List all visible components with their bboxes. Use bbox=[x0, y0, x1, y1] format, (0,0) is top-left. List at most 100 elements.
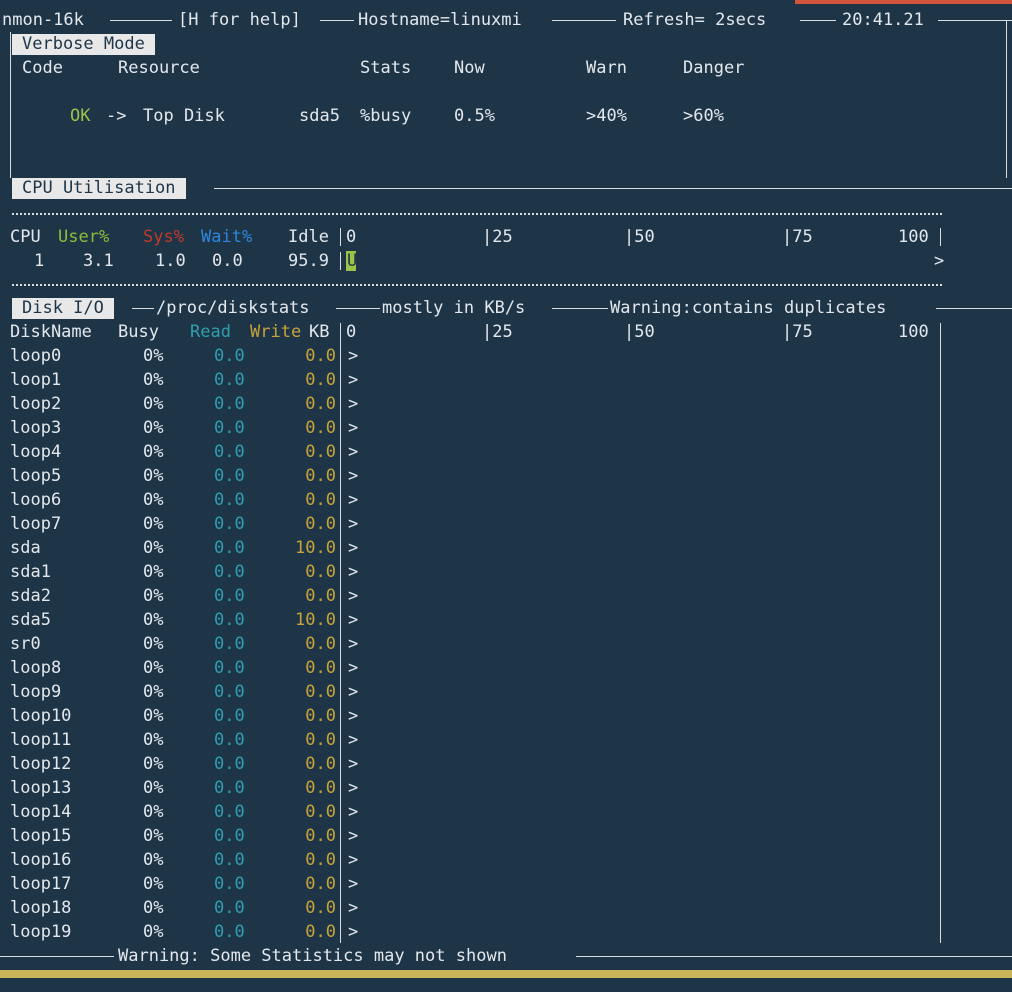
disk-row-end: > bbox=[348, 826, 359, 846]
table-row: loop1 0% 0.0 0.0 > bbox=[0, 368, 1012, 392]
help-hint: [H for help] bbox=[178, 10, 301, 30]
table-row: sda 0% 0.0 10.0 > bbox=[0, 536, 1012, 560]
table-row: loop8 0% 0.0 0.0 > bbox=[0, 656, 1012, 680]
disk-name: loop1 bbox=[10, 370, 62, 390]
disk-row-end: > bbox=[348, 706, 359, 726]
verbose-mode-tab: Verbose Mode bbox=[12, 34, 155, 55]
disk-name: loop2 bbox=[10, 394, 62, 414]
disk-read: 0.0 bbox=[214, 442, 245, 462]
cpu-col-idle: Idle bbox=[288, 227, 329, 247]
disk-col-busy: Busy bbox=[118, 322, 159, 342]
verbose-data-row: OK -> Top Disk sda5 %busy 0.5% >40% >60% bbox=[0, 104, 1012, 128]
cpu-scale-50: |50 bbox=[624, 227, 655, 247]
status-ok: OK bbox=[70, 106, 91, 126]
disk-busy: 0% bbox=[143, 610, 164, 630]
disk-col-name: DiskName bbox=[10, 322, 92, 342]
cpu-scale-100: 100 bbox=[898, 227, 929, 247]
disk-row-end: > bbox=[348, 586, 359, 606]
disk-name: sda2 bbox=[10, 586, 51, 606]
disk-name: loop4 bbox=[10, 442, 62, 462]
disk-row-end: > bbox=[348, 754, 359, 774]
cpu-id: 1 bbox=[34, 251, 45, 271]
cpu-user-value: 3.1 bbox=[83, 251, 114, 271]
table-row: loop19 0% 0.0 0.0 > bbox=[0, 920, 1012, 944]
cpu-col-sys: Sys% bbox=[143, 227, 184, 247]
disk-row-end: > bbox=[348, 610, 359, 630]
disk-busy: 0% bbox=[143, 706, 164, 726]
disk-write: 0.0 bbox=[305, 442, 336, 462]
disk-busy: 0% bbox=[143, 802, 164, 822]
table-row: sda1 0% 0.0 0.0 > bbox=[0, 560, 1012, 584]
table-row: loop9 0% 0.0 0.0 > bbox=[0, 680, 1012, 704]
disk-write: 0.0 bbox=[305, 370, 336, 390]
disk-read: 0.0 bbox=[214, 514, 245, 534]
header-rule-3 bbox=[552, 20, 616, 21]
disk-row-end: > bbox=[348, 802, 359, 822]
disk-row-end: > bbox=[348, 514, 359, 534]
disk-write: 0.0 bbox=[305, 418, 336, 438]
disk-busy: 0% bbox=[143, 442, 164, 462]
cpu-scale-75: |75 bbox=[782, 227, 813, 247]
disk-name: loop14 bbox=[10, 802, 72, 822]
header-rule-2 bbox=[320, 20, 354, 21]
table-row: loop0 0% 0.0 0.0 > bbox=[0, 344, 1012, 368]
table-row: sda5 0% 0.0 10.0 > bbox=[0, 608, 1012, 632]
disk-write: 0.0 bbox=[305, 874, 336, 894]
disk-read: 0.0 bbox=[214, 922, 245, 942]
col-resource: Resource bbox=[118, 58, 200, 78]
footer-rule-right bbox=[576, 956, 1012, 957]
header-rule-4 bbox=[800, 20, 836, 21]
table-row: loop14 0% 0.0 0.0 > bbox=[0, 800, 1012, 824]
resource-name: Top Disk bbox=[143, 106, 225, 126]
disk-write: 0.0 bbox=[305, 778, 336, 798]
now-value: 0.5% bbox=[454, 106, 495, 126]
disk-name: loop12 bbox=[10, 754, 72, 774]
disk-busy: 0% bbox=[143, 658, 164, 678]
disk-read: 0.0 bbox=[214, 850, 245, 870]
cpu-bar-letter: U bbox=[347, 251, 358, 271]
disk-write: 0.0 bbox=[305, 346, 336, 366]
disk-scale-25: |25 bbox=[482, 322, 513, 342]
table-row: loop5 0% 0.0 0.0 > bbox=[0, 464, 1012, 488]
disk-read: 0.0 bbox=[214, 754, 245, 774]
table-row: loop6 0% 0.0 0.0 > bbox=[0, 488, 1012, 512]
table-row: loop17 0% 0.0 0.0 > bbox=[0, 872, 1012, 896]
disk-read: 0.0 bbox=[214, 898, 245, 918]
disk-name: loop17 bbox=[10, 874, 72, 894]
table-row: loop11 0% 0.0 0.0 > bbox=[0, 728, 1012, 752]
disk-busy: 0% bbox=[143, 826, 164, 846]
cpu-wait-value: 0.0 bbox=[212, 251, 243, 271]
disk-name: sr0 bbox=[10, 634, 41, 654]
disk-source: /proc/diskstats bbox=[156, 298, 310, 318]
cpu-sep-right-header bbox=[940, 228, 941, 246]
arrow: -> bbox=[106, 106, 127, 126]
bottom-stripe bbox=[0, 970, 1012, 978]
disk-busy: 0% bbox=[143, 490, 164, 510]
disk-rule-4 bbox=[936, 308, 1012, 309]
disk-footer-warning: Warning: Some Statistics may not shown bbox=[118, 946, 507, 966]
table-row: loop3 0% 0.0 0.0 > bbox=[0, 416, 1012, 440]
table-row: sda2 0% 0.0 0.0 > bbox=[0, 584, 1012, 608]
disk-read: 0.0 bbox=[214, 874, 245, 894]
disk-row-end: > bbox=[348, 442, 359, 462]
cpu-rule bbox=[214, 188, 1012, 189]
disk-read: 0.0 bbox=[214, 490, 245, 510]
disk-write: 0.0 bbox=[305, 754, 336, 774]
disk-read: 0.0 bbox=[214, 778, 245, 798]
disk-busy: 0% bbox=[143, 514, 164, 534]
disk-name: loop9 bbox=[10, 682, 62, 702]
disk-read: 0.0 bbox=[214, 826, 245, 846]
disk-read: 0.0 bbox=[214, 394, 245, 414]
cpu-bar-char: U bbox=[0, 249, 357, 273]
disk-write: 0.0 bbox=[305, 394, 336, 414]
disk-row-end: > bbox=[348, 898, 359, 918]
disk-row-end: > bbox=[348, 850, 359, 870]
top-accent-line bbox=[795, 0, 1012, 4]
disk-scale-50: |50 bbox=[624, 322, 655, 342]
disk-busy: 0% bbox=[143, 538, 164, 558]
disk-row-end: > bbox=[348, 634, 359, 654]
disk-read: 0.0 bbox=[214, 466, 245, 486]
disk-row-end: > bbox=[348, 370, 359, 390]
footer-rule-left bbox=[0, 956, 114, 957]
disk-read: 0.0 bbox=[214, 706, 245, 726]
